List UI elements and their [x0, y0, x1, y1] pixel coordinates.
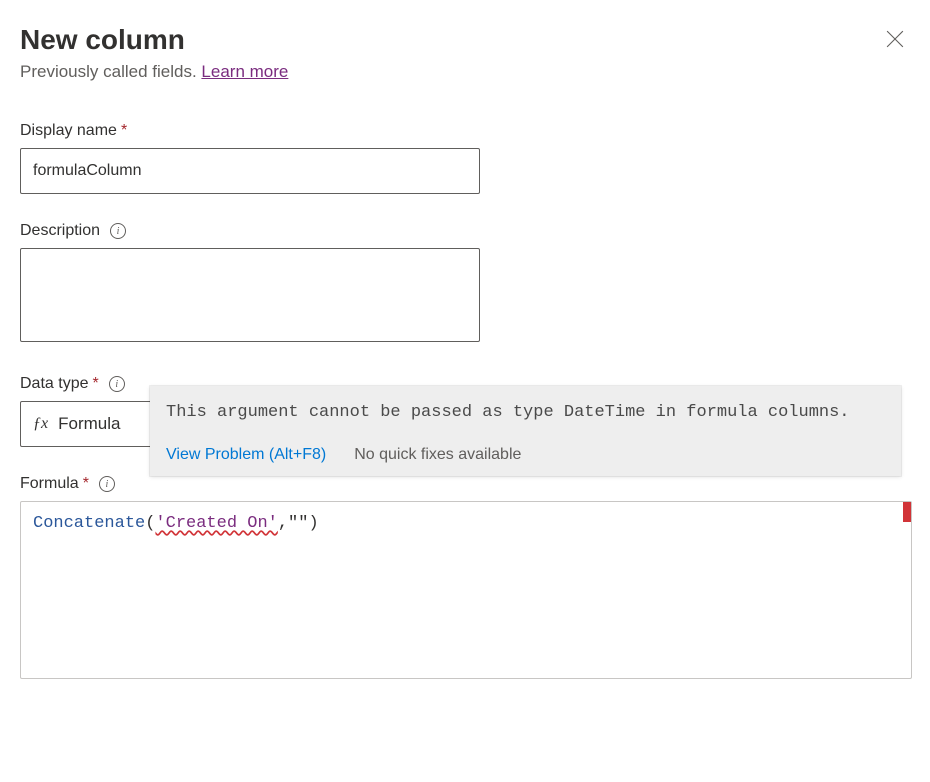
description-label-row: Description i [20, 222, 910, 240]
description-label: Description [20, 222, 100, 240]
formula-token-paren: ( [145, 514, 155, 533]
new-column-panel: New column Previously called fields. Lea… [0, 0, 930, 782]
info-icon[interactable]: i [109, 376, 125, 392]
required-marker: * [92, 375, 98, 393]
data-type-label: Data type [20, 375, 88, 393]
no-quick-fix-text: No quick fixes available [354, 446, 521, 464]
formula-token-string: "" [288, 514, 308, 533]
header-titles: New column Previously called fields. Lea… [20, 24, 288, 122]
data-type-value: Formula [58, 414, 120, 434]
formula-token-function: Concatenate [33, 514, 145, 533]
description-group: Description i [20, 222, 910, 347]
close-button[interactable] [880, 24, 910, 56]
info-icon[interactable]: i [110, 223, 126, 239]
formula-token-error-arg: 'Created On' [155, 514, 277, 533]
description-input[interactable] [20, 248, 480, 342]
overview-ruler-error [903, 502, 911, 522]
formula-label: Formula [20, 475, 79, 493]
formula-token-comma: , [278, 514, 288, 533]
formula-group: Formula * i This argument cannot be pass… [20, 475, 910, 679]
display-name-group: Display name * [20, 122, 910, 194]
display-name-input[interactable] [20, 148, 480, 194]
panel-title: New column [20, 24, 288, 56]
panel-subtitle: Previously called fields. Learn more [20, 62, 288, 82]
formula-token-paren: ) [308, 514, 318, 533]
subtitle-text: Previously called fields. [20, 62, 201, 81]
required-marker: * [83, 475, 89, 493]
formula-editor[interactable]: Concatenate('Created On',"") [20, 501, 912, 679]
formula-label-row: Formula * i [20, 475, 910, 493]
display-name-label-row: Display name * [20, 122, 910, 140]
info-icon[interactable]: i [99, 476, 115, 492]
formula-editor-wrap: This argument cannot be passed as type D… [20, 501, 912, 679]
tooltip-actions: View Problem (Alt+F8) No quick fixes ava… [150, 436, 901, 476]
tooltip-message: This argument cannot be passed as type D… [150, 386, 901, 436]
display-name-label: Display name [20, 122, 117, 140]
error-tooltip: This argument cannot be passed as type D… [150, 386, 901, 476]
fx-icon: ƒx [33, 415, 48, 433]
required-marker: * [121, 122, 127, 140]
panel-header: New column Previously called fields. Lea… [20, 24, 910, 122]
close-icon [886, 30, 904, 48]
view-problem-link[interactable]: View Problem (Alt+F8) [166, 446, 326, 464]
learn-more-link[interactable]: Learn more [201, 62, 288, 81]
